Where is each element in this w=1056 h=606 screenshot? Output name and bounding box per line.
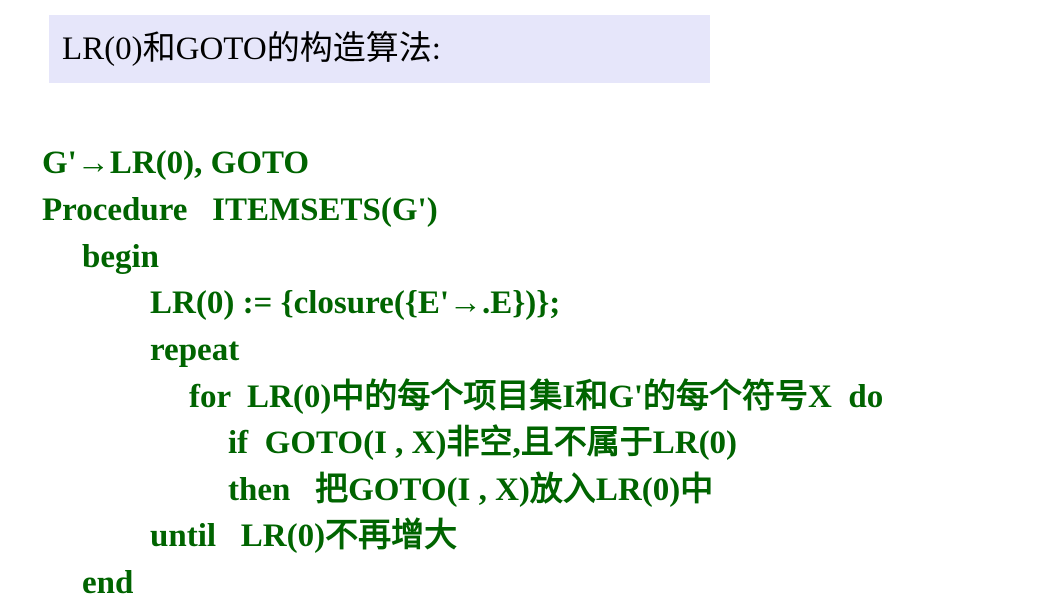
code-line-procedure: Procedure ITEMSETS(G')	[42, 192, 438, 228]
code-line-repeat: repeat	[150, 332, 240, 368]
code-line-begin: begin	[82, 239, 160, 275]
code-line-end: end	[82, 565, 134, 601]
algorithm-code-block: G'→LR(0), GOTO Procedure ITEMSETS(G') be…	[0, 0, 1056, 606]
code-line-for: for LR(0)中的每个项目集I和G'的每个符号X do	[189, 379, 884, 415]
code-line-init: LR(0) := {closure({E'→.E})};	[150, 285, 561, 321]
code-line-then: then 把GOTO(I , X)放入LR(0)中	[228, 472, 714, 508]
code-line-if: if GOTO(I , X)非空,且不属于LR(0)	[228, 425, 738, 461]
code-line-header: G'→LR(0), GOTO	[42, 145, 310, 181]
code-line-until: until LR(0)不再增大	[150, 518, 458, 554]
